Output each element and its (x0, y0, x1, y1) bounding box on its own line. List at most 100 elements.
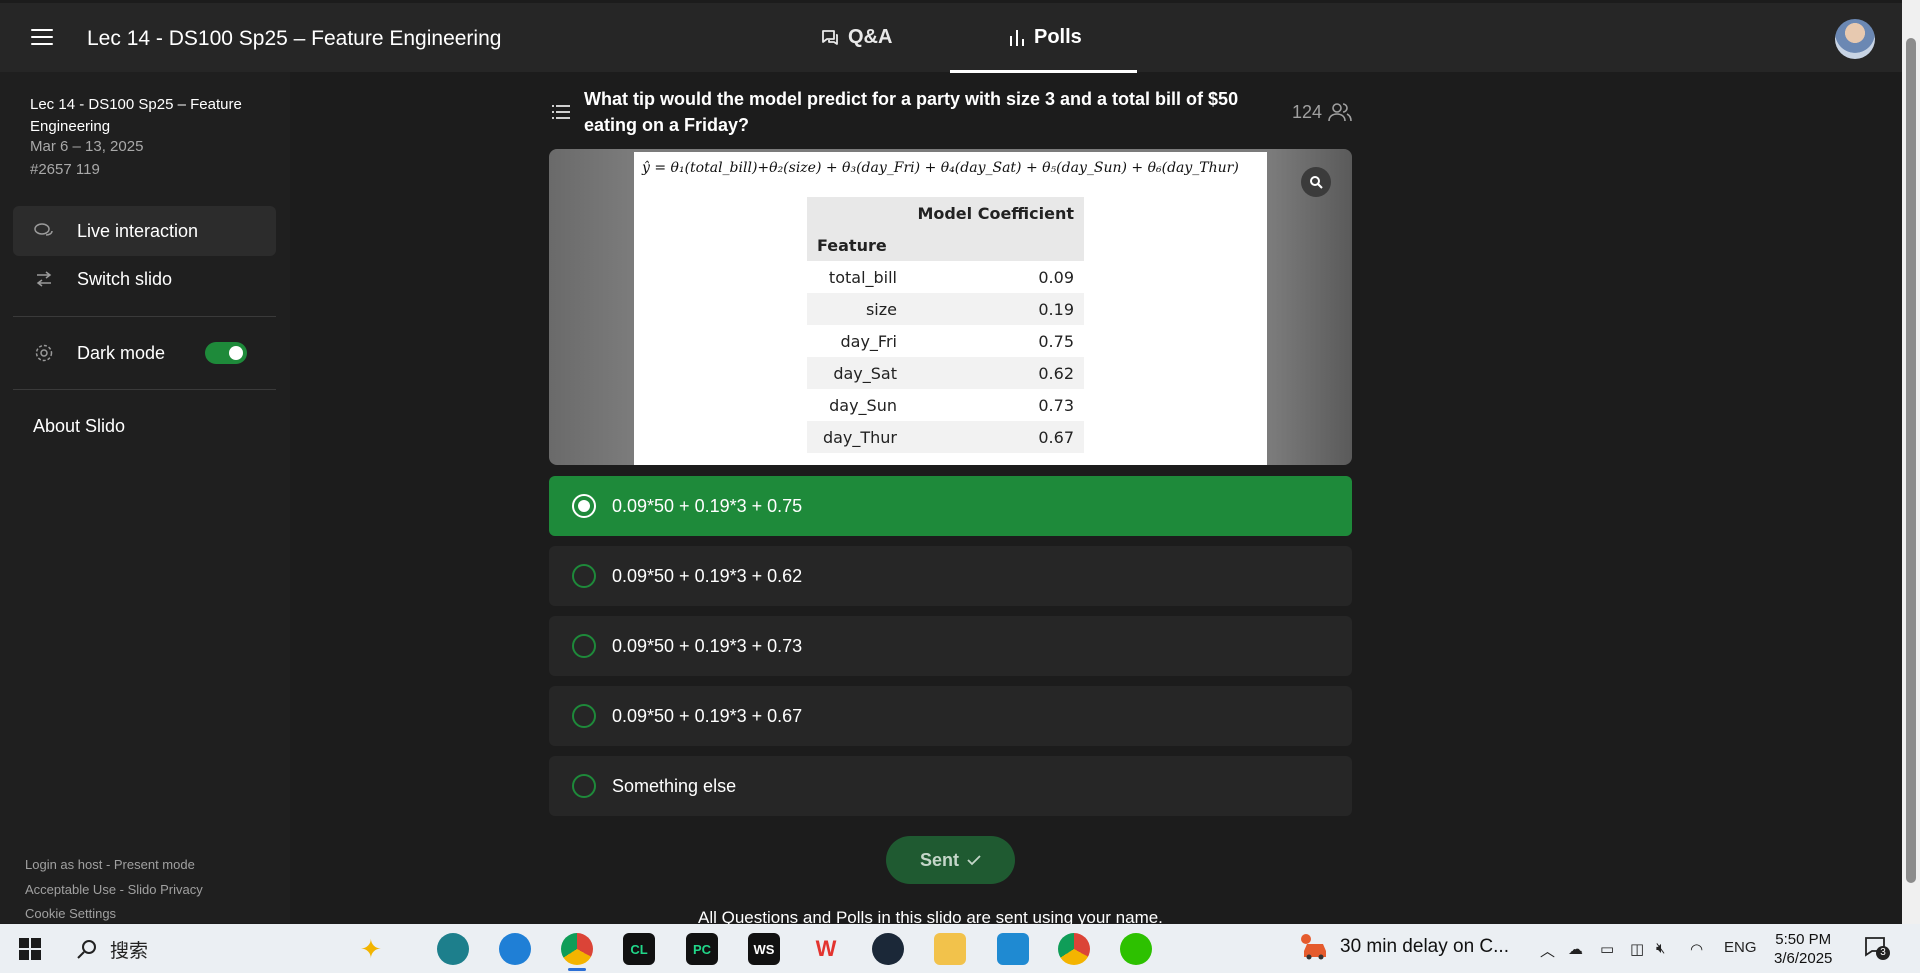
traffic-notification[interactable]: 30 min delay on C... (1300, 933, 1509, 961)
clock-time: 5:50 PM (1775, 931, 1832, 948)
clion-app-icon[interactable]: CL (623, 933, 655, 965)
feature-cell: total_bill (828, 267, 897, 287)
volume-muted-icon[interactable]: 🔇︎ (1656, 940, 1665, 957)
table-row: day_Thur 0.67 (807, 421, 1084, 453)
radio-button[interactable] (572, 774, 596, 798)
dark-mode-toggle[interactable] (205, 342, 247, 364)
about-slido-link[interactable]: About Slido (33, 416, 125, 437)
table-index-header-row: Feature (807, 229, 1084, 261)
camera-icon[interactable]: ◫ (1630, 940, 1644, 958)
value-cell: 0.09 (1038, 267, 1074, 287)
windows-start-icon[interactable] (19, 938, 41, 960)
tab-polls-label: Polls (1034, 26, 1082, 48)
table-row: total_bill 0.09 (807, 261, 1084, 293)
file-explorer-icon[interactable] (934, 933, 966, 965)
list-icon (552, 105, 570, 119)
question-image[interactable]: ŷ = θ₁(total_bill)+θ₂(size) + θ₃(day_Fri… (549, 149, 1352, 465)
battery-icon[interactable]: ▭ (1600, 940, 1614, 958)
tab-polls[interactable]: Polls (1008, 3, 1082, 72)
notification-center-icon[interactable]: 3 (1864, 936, 1890, 960)
webstorm-app-icon[interactable]: WS (748, 933, 780, 965)
poll-option-1[interactable]: 0.09*50 + 0.19*3 + 0.75 (549, 476, 1352, 536)
sidebar-item-live-interaction[interactable]: Live interaction (13, 206, 276, 256)
table-row: day_Fri 0.75 (807, 325, 1084, 357)
zoom-button[interactable] (1301, 167, 1331, 197)
cloud-icon[interactable]: ☁ (1568, 940, 1583, 958)
poll-option-label: 0.09*50 + 0.19*3 + 0.75 (612, 495, 803, 516)
table-header-row: Model Coefficient (807, 197, 1084, 229)
tab-qa-label: Q&A (848, 26, 893, 48)
value-cell: 0.73 (1038, 395, 1074, 415)
car-alert-icon (1301, 934, 1326, 960)
toggle-knob (229, 346, 243, 360)
feature-cell: day_Fri (840, 331, 898, 351)
feature-cell: day_Thur (807, 421, 907, 453)
notification-text: 30 min delay on C... (1340, 936, 1509, 957)
clock[interactable]: 5:50 PM 3/6/2025 (1774, 930, 1832, 968)
poll-option-4[interactable]: 0.09*50 + 0.19*3 + 0.67 (549, 686, 1352, 746)
question-image-content: ŷ = θ₁(total_bill)+θ₂(size) + θ₃(day_Fri… (634, 152, 1267, 465)
taskbar-search-label: 搜索 (110, 940, 149, 962)
pycharm-app-icon[interactable]: PC (686, 933, 718, 965)
chrome-profile-icon[interactable] (1058, 933, 1090, 965)
cookie-settings-link[interactable]: Cookie Settings (25, 906, 116, 921)
chat-bubbles-icon (33, 220, 55, 242)
people-icon (1328, 103, 1352, 122)
radio-button[interactable] (572, 494, 596, 518)
dark-mode-label: Dark mode (77, 342, 166, 363)
search-icon (1310, 176, 1323, 189)
coefficient-table: Model Coefficient Feature total_bill 0.0… (807, 197, 1084, 453)
poll-option-5[interactable]: Something else (549, 756, 1352, 816)
page-scrollbar[interactable] (1902, 0, 1920, 924)
sidebar-divider (13, 389, 276, 390)
taskbar-search[interactable]: 搜索 ✦ (66, 930, 416, 968)
chat-bubbles-icon (822, 29, 838, 45)
poll-option-label: 0.09*50 + 0.19*3 + 0.67 (612, 705, 803, 726)
avatar[interactable] (1835, 19, 1875, 59)
login-host-link[interactable]: Login as host - Present mode (25, 857, 195, 872)
search-icon (77, 940, 96, 959)
radio-button[interactable] (572, 704, 596, 728)
chrome-browser-icon[interactable] (561, 933, 593, 965)
table-row: day_Sat 0.62 (807, 357, 1084, 389)
poll-option-3[interactable]: 0.09*50 + 0.19*3 + 0.73 (549, 616, 1352, 676)
active-tab-indicator (950, 70, 1137, 73)
radio-button[interactable] (572, 634, 596, 658)
radio-button[interactable] (572, 564, 596, 588)
brain-app-icon[interactable] (437, 933, 469, 965)
poll-option-2[interactable]: 0.09*50 + 0.19*3 + 0.62 (549, 546, 1352, 606)
sidebar-event-name: Lec 14 - DS100 Sp25 – Feature Engineerin… (30, 96, 242, 135)
tab-qa[interactable]: Q&A (820, 3, 892, 72)
poll-question: What tip would the model predict for a p… (584, 89, 1239, 135)
menu-icon[interactable] (31, 29, 53, 47)
regression-formula: ŷ = θ₁(total_bill)+θ₂(size) + θ₃(day_Fri… (642, 160, 1239, 176)
policy-link[interactable]: Acceptable Use - Slido Privacy (25, 882, 203, 897)
sidebar-event-dates: Mar 6 – 13, 2025 (30, 138, 144, 155)
poll-option-label: Something else (612, 775, 737, 796)
sidebar: Lec 14 - DS100 Sp25 – Feature Engineerin… (0, 72, 290, 923)
wechat-app-icon[interactable] (1120, 933, 1152, 965)
sidebar-divider (13, 316, 276, 317)
sidebar-item-switch-slido[interactable]: Switch slido (13, 254, 276, 304)
edge-browser-icon[interactable] (499, 933, 531, 965)
steam-app-icon[interactable] (872, 933, 904, 965)
value-cell: 0.67 (907, 421, 1084, 453)
chevron-up-icon[interactable]: ︿ (1540, 940, 1555, 961)
vscode-app-icon[interactable] (997, 933, 1029, 965)
wifi-icon[interactable]: ◠ (1690, 940, 1703, 958)
participant-count-value: 124 (1292, 101, 1323, 122)
bar-chart-icon (1010, 29, 1024, 46)
wps-office-icon[interactable]: W (810, 933, 842, 965)
top-bar: Lec 14 - DS100 Sp25 – Feature Engineerin… (0, 3, 1902, 73)
sent-button[interactable]: Sent (886, 836, 1015, 884)
participant-count: 124 (1292, 101, 1352, 123)
feature-cell: day_Sun (829, 395, 897, 415)
scrollbar-thumb[interactable] (1906, 38, 1916, 883)
feature-cell: size (807, 293, 907, 325)
switch-arrows-icon (33, 268, 55, 290)
language-indicator[interactable]: ENG (1724, 939, 1757, 956)
table-row: size 0.19 (807, 293, 1084, 325)
value-cell: 0.75 (1038, 331, 1074, 351)
notification-count: 3 (1876, 946, 1890, 960)
gear-icon (33, 342, 55, 364)
